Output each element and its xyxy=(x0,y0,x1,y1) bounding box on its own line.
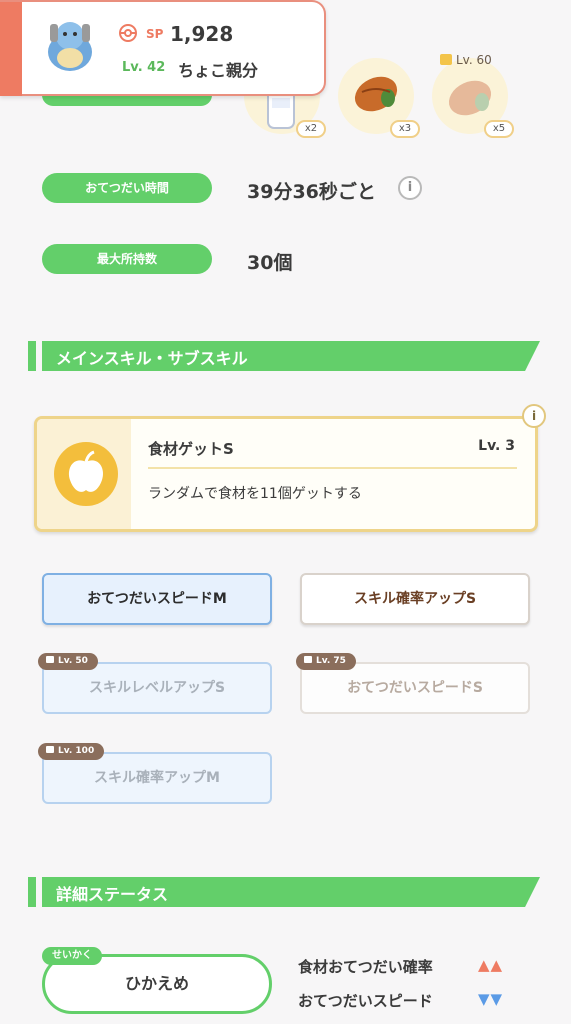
lock-level: Lv. 100 xyxy=(58,746,95,756)
nature-up-label: 食材おてつだい確率 xyxy=(298,958,433,976)
lock-icon xyxy=(304,656,312,663)
sp-label: SP xyxy=(146,27,164,41)
ingredient-slot-2[interactable]: x3 xyxy=(338,58,420,138)
sp-value: 1,928 xyxy=(170,22,234,46)
down-arrows-icon: ▼▼ xyxy=(478,990,504,1008)
lock-level: Lv. 50 xyxy=(58,656,88,666)
lock-icon xyxy=(46,746,54,753)
ingredient-slot-3[interactable]: x5 xyxy=(432,58,514,138)
section-banner-skills: メインスキル・サブスキル xyxy=(28,341,540,371)
main-skill-card[interactable]: 食材ゲットS Lv. 3 ランダムで食材を11個ゲットする xyxy=(34,416,538,532)
unlock-level-label: Lv. 60 xyxy=(456,53,492,67)
header-accent-bar xyxy=(0,2,22,96)
skill-icon-zone xyxy=(37,419,131,529)
help-time-value: 39分36秒ごと xyxy=(247,181,376,203)
section-banner-details: 詳細ステータス xyxy=(28,877,540,907)
lock-icon xyxy=(440,54,452,65)
section-title: 詳細ステータス xyxy=(56,885,169,904)
ingredient-qty: x5 xyxy=(484,120,514,138)
help-time-label: おてつだい時間 xyxy=(42,173,212,203)
main-skill-description: ランダムで食材を11個ゲットする xyxy=(148,486,362,502)
nature-tag: せいかく xyxy=(42,947,102,965)
sub-skill-2-button[interactable]: スキル確率アップS xyxy=(300,573,530,625)
lock-level: Lv. 75 xyxy=(316,656,346,666)
up-arrows-icon: ▲▲ xyxy=(478,956,504,974)
lock-icon xyxy=(46,656,54,663)
main-skill-name: 食材ゲットS xyxy=(148,440,234,458)
pokemon-level: Lv. 42 xyxy=(122,60,166,75)
max-carry-value: 30個 xyxy=(247,252,293,274)
section-title: メインスキル・サブスキル xyxy=(56,349,248,368)
ingredient-unlock-level: Lv. 60 xyxy=(440,53,492,67)
banner-bar xyxy=(28,877,36,907)
skill-info-icon[interactable]: i xyxy=(522,404,546,428)
skill-divider xyxy=(148,467,517,469)
pokemon-avatar-icon xyxy=(48,22,92,71)
sub-skill-1-button[interactable]: おてつだいスピードM xyxy=(42,573,272,625)
apple-icon xyxy=(54,442,118,506)
sub-skill-3-lock: Lv. 50 xyxy=(38,653,98,670)
sub-skill-4-lock: Lv. 75 xyxy=(296,653,356,670)
sub-skill-5-lock: Lv. 100 xyxy=(38,743,105,760)
info-icon[interactable]: i xyxy=(398,176,422,200)
sp-icon xyxy=(119,24,137,42)
pokemon-name: ちょこ親分 xyxy=(178,61,259,80)
pokemon-header-card: SP 1,928 Lv. 42 ちょこ親分 xyxy=(0,0,326,96)
nature-down-label: おてつだいスピード xyxy=(298,992,433,1010)
ingredient-qty: x3 xyxy=(390,120,420,138)
banner-bar xyxy=(28,341,36,371)
ingredient-qty: x2 xyxy=(296,120,326,138)
max-carry-label: 最大所持数 xyxy=(42,244,212,274)
main-skill-level: Lv. 3 xyxy=(478,438,515,454)
